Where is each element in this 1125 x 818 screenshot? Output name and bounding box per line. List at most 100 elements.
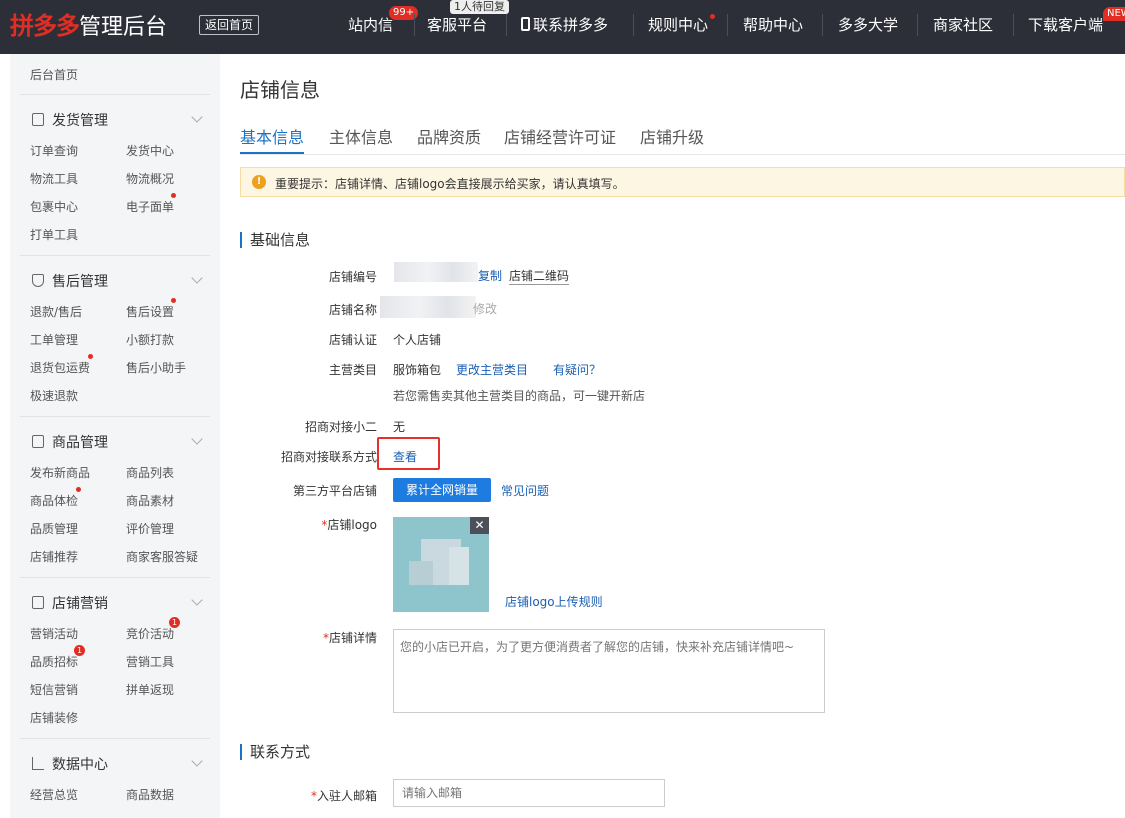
nav-university[interactable]: 多多大学 [838, 0, 898, 54]
email-input[interactable] [393, 779, 665, 807]
shop-id-value-blurred [394, 262, 478, 282]
chevron-down-icon[interactable] [191, 272, 203, 284]
new-dot [76, 487, 81, 492]
section-contact: 联系方式 [240, 744, 310, 760]
nav-divider [822, 14, 823, 36]
shop-detail-textarea[interactable] [393, 629, 825, 713]
sidebar-item-sms[interactable]: 短信营销 [30, 681, 78, 698]
email-label: *入驻人邮箱 [310, 789, 377, 803]
bar-chart-icon [32, 757, 44, 770]
logo-label: *店铺logo [321, 518, 377, 532]
sidebar-item-fast-refund[interactable]: 极速退款 [30, 387, 78, 404]
tab-basic-info[interactable]: 基本信息 [240, 124, 304, 148]
logo-mosaic [409, 561, 433, 585]
sidebar-group-shipping[interactable]: 发货管理 [32, 110, 108, 130]
nav-contact[interactable]: 联系拼多多 [521, 0, 608, 54]
modify-link[interactable]: 修改 [473, 300, 497, 317]
group-title: 数据中心 [52, 757, 108, 773]
sidebar-item-e-waybill[interactable]: 电子面单 [126, 198, 174, 215]
sidebar-item-product-check[interactable]: 商品体检 [30, 492, 78, 509]
sidebar-item-product-material[interactable]: 商品素材 [126, 492, 174, 509]
sidebar-item-product-data[interactable]: 商品数据 [126, 786, 174, 803]
chevron-down-icon[interactable] [191, 433, 203, 445]
category-hint[interactable]: 若您需售卖其他主营类目的商品，可一键开新店 [393, 387, 645, 404]
sidebar-item-shop-recommend[interactable]: 店铺推荐 [30, 548, 78, 565]
logo-mosaic [449, 547, 469, 585]
tabs-divider [240, 154, 1125, 155]
sidebar-item-ticket[interactable]: 工单管理 [30, 331, 78, 348]
notice-text: 重要提示：店铺详情、店铺logo会直接展示给买家，请认真填写。 [275, 177, 625, 191]
faq-link[interactable]: 常见问题 [501, 482, 549, 499]
sidebar-item-decoration[interactable]: 店铺装修 [30, 709, 78, 726]
nav-community[interactable]: 商家社区 [933, 0, 993, 54]
sidebar-item-overview[interactable]: 经营总览 [30, 786, 78, 803]
tab-license[interactable]: 店铺经营许可证 [504, 124, 616, 148]
logo[interactable]: 拼多多管理后台 [10, 10, 167, 42]
new-dot [88, 354, 93, 359]
sidebar-item-aftersale-settings[interactable]: 售后设置 [126, 303, 174, 320]
sidebar-item-return-shipping[interactable]: 退货包运费 [30, 359, 90, 376]
chevron-down-icon[interactable] [191, 755, 203, 767]
sidebar-divider [20, 416, 210, 417]
back-home-button[interactable]: 返回首页 [199, 15, 260, 35]
sidebar-item-reviews[interactable]: 评价管理 [126, 520, 174, 537]
sidebar-group-marketing[interactable]: 店铺营销 [32, 593, 108, 613]
sidebar-group-aftersale[interactable]: 售后管理 [32, 271, 108, 291]
nav-help[interactable]: 帮助中心 [743, 0, 803, 54]
sidebar-item-publish-product[interactable]: 发布新商品 [30, 464, 90, 481]
bag-icon [32, 435, 44, 448]
total-sales-button[interactable]: 累计全网销量 [393, 478, 491, 502]
logo-suffix: 管理后台 [79, 15, 168, 40]
sidebar-item-cashback[interactable]: 拼单返现 [126, 681, 174, 698]
nav-divider [727, 14, 728, 36]
sidebar-item-quality-bid[interactable]: 品质招标 [30, 653, 78, 670]
tab-entity-info[interactable]: 主体信息 [329, 124, 393, 148]
shop-qrcode-link[interactable]: 店铺二维码 [509, 267, 570, 285]
sidebar-item-logistics-tools[interactable]: 物流工具 [30, 170, 78, 187]
sidebar-item-shipping-center[interactable]: 发货中心 [126, 142, 174, 159]
logo-rules-link[interactable]: 店铺logo上传规则 [505, 593, 603, 610]
notice-banner: ! 重要提示：店铺详情、店铺logo会直接展示给买家，请认真填写。 [240, 167, 1125, 197]
nav-customer-service[interactable]: 客服平台 [427, 0, 487, 54]
tab-upgrade[interactable]: 店铺升级 [640, 124, 704, 148]
shop-name-value-blurred [380, 296, 476, 318]
count-badge: 1 [169, 617, 180, 628]
copy-link[interactable]: 复制 [478, 267, 502, 284]
third-party-label: 第三方平台店铺 [292, 484, 377, 498]
sidebar-group-products[interactable]: 商品管理 [32, 432, 108, 452]
nav-divider [633, 14, 634, 36]
question-link[interactable]: 有疑问？ [553, 361, 601, 378]
logo-label-text: 店铺logo [327, 518, 377, 532]
sidebar-item-small-payment[interactable]: 小额打款 [126, 331, 174, 348]
tab-brand[interactable]: 品牌资质 [417, 124, 481, 148]
nav-rules[interactable]: 规则中心 [648, 0, 708, 54]
sidebar-item-marketing-tools[interactable]: 营销工具 [126, 653, 174, 670]
chevron-down-icon[interactable] [191, 111, 203, 123]
sidebar-item-qa[interactable]: 商家客服答疑 [126, 548, 198, 565]
sidebar-divider [20, 577, 210, 578]
download-new-badge: NEW [1103, 7, 1125, 21]
sidebar-divider [20, 94, 210, 95]
category-value: 服饰箱包 [393, 363, 442, 377]
bd-value: 无 [393, 420, 406, 434]
sidebar-item-marketing-activity[interactable]: 营销活动 [30, 625, 78, 642]
sidebar-item-package-center[interactable]: 包裹中心 [30, 198, 78, 215]
sidebar-group-data[interactable]: 数据中心 [32, 754, 108, 774]
sidebar-item-quality[interactable]: 品质管理 [30, 520, 78, 537]
section-basic-info: 基础信息 [240, 232, 310, 248]
shop-name-label: 店铺名称 [328, 303, 377, 317]
sidebar-item-product-list[interactable]: 商品列表 [126, 464, 174, 481]
sidebar-item-logistics-overview[interactable]: 物流概况 [126, 170, 174, 187]
nav-station-msg[interactable]: 站内信 [348, 0, 393, 54]
sidebar-item-bidding[interactable]: 竞价活动 [126, 625, 174, 642]
close-icon[interactable]: ✕ [470, 517, 489, 534]
chevron-down-icon[interactable] [191, 594, 203, 606]
sidebar-item-order-query[interactable]: 订单查询 [30, 142, 78, 159]
sidebar-home[interactable]: 后台首页 [30, 66, 78, 83]
sidebar-item-aftersale-assistant[interactable]: 售后小助手 [126, 359, 186, 376]
sidebar-item-refund[interactable]: 退款/售后 [30, 303, 82, 320]
change-category-link[interactable]: 更改主营类目 [456, 361, 528, 378]
sidebar-item-print-tool[interactable]: 打单工具 [30, 226, 78, 243]
nav-divider [917, 14, 918, 36]
nav-download[interactable]: 下载客户端 [1028, 0, 1103, 54]
